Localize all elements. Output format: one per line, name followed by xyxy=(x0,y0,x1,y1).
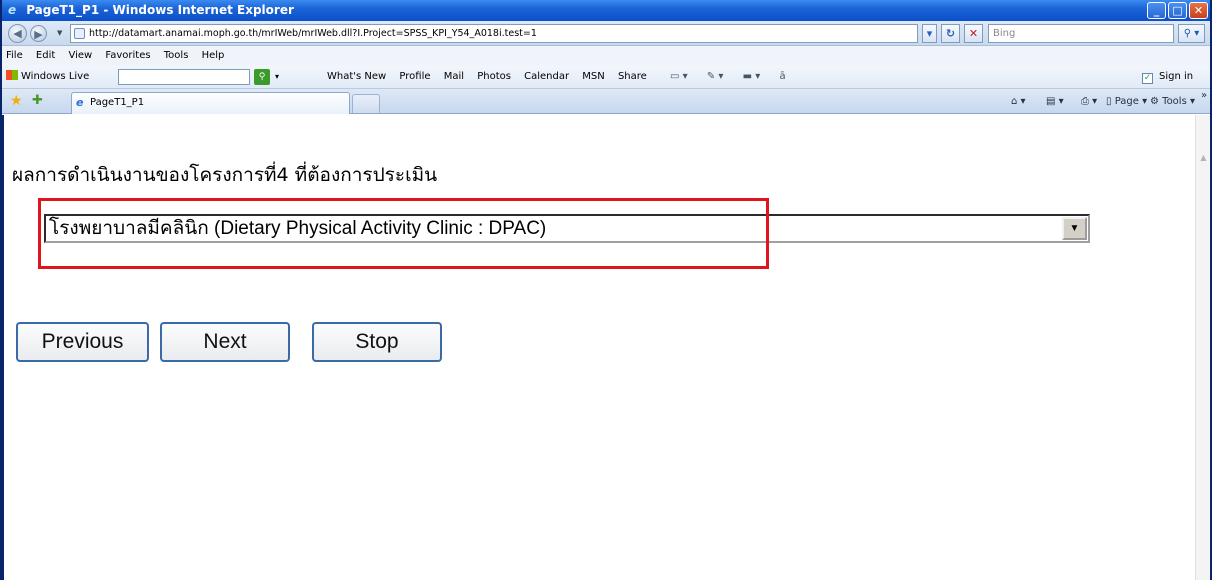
live-search-dropdown-icon[interactable]: ▾ xyxy=(275,65,279,89)
maximize-button[interactable]: □ xyxy=(1168,2,1187,19)
live-link-mail[interactable]: Mail xyxy=(444,71,464,82)
next-button[interactable]: Next xyxy=(160,322,290,362)
menu-help[interactable]: Help xyxy=(202,50,225,61)
windows-live-logo-icon xyxy=(6,70,18,80)
favorites-star-icon[interactable]: ★ xyxy=(10,93,23,109)
search-placeholder: Bing xyxy=(993,28,1016,39)
menu-edit[interactable]: Edit xyxy=(36,50,55,61)
live-link-whats-new[interactable]: What's New xyxy=(327,71,386,82)
search-go-icon[interactable]: ⚲ ▾ xyxy=(1178,24,1205,43)
highlight-icon[interactable]: ✎ ▾ xyxy=(707,71,724,82)
tools-menu[interactable]: ⚙ Tools ▾ xyxy=(1150,89,1195,114)
live-link-msn[interactable]: MSN xyxy=(582,71,604,82)
blog-icon[interactable]: ▭ ▾ xyxy=(670,71,688,82)
windows-live-toolbar: Windows Live ⚲ ▾ What's New Profile Mail… xyxy=(2,65,1210,89)
browser-window: e PageT1_P1 - Windows Internet Explorer … xyxy=(0,0,1212,580)
back-button[interactable]: ◀ xyxy=(8,24,27,43)
live-tool-icons: ▭ ▾ ✎ ▾ ▬ ▾ ā xyxy=(670,65,802,89)
live-link-calendar[interactable]: Calendar xyxy=(524,71,569,82)
url-text: http://datamart.anamai.moph.go.th/mrIWeb… xyxy=(89,28,537,39)
color-icon[interactable]: ▬ ▾ xyxy=(743,71,761,82)
page-icon xyxy=(74,28,85,39)
search-input[interactable]: Bing xyxy=(988,24,1174,43)
print-icon[interactable]: ⎙ ▾ xyxy=(1081,89,1097,114)
menu-favorites[interactable]: Favorites xyxy=(105,50,150,61)
feeds-icon[interactable]: ▤ ▾ xyxy=(1046,89,1064,114)
stop-icon[interactable]: ✕ xyxy=(964,24,983,43)
page-menu-label: Page xyxy=(1114,96,1139,107)
url-dropdown-icon[interactable]: ▾ xyxy=(922,24,937,43)
url-input[interactable]: http://datamart.anamai.moph.go.th/mrIWeb… xyxy=(70,24,918,43)
forward-button[interactable]: ▶ xyxy=(30,25,47,42)
add-favorites-icon[interactable]: ✚ xyxy=(32,93,43,108)
live-search-icon[interactable]: ⚲ xyxy=(254,69,270,85)
home-icon[interactable]: ⌂ ▾ xyxy=(1011,89,1026,114)
tab-ie-icon: e xyxy=(76,96,84,109)
sign-in[interactable]: ✓ Sign in xyxy=(1142,65,1193,89)
windows-live-label: Windows Live xyxy=(21,71,90,82)
scroll-up-icon[interactable]: ▲ xyxy=(1197,151,1210,165)
window-controls: _ □ ✕ xyxy=(1147,2,1208,19)
address-bar: ◀ ▶ ▼ http://datamart.anamai.moph.go.th/… xyxy=(2,21,1210,46)
refresh-icon[interactable]: ↻ xyxy=(941,24,960,43)
stop-button[interactable]: Stop xyxy=(312,322,442,362)
live-link-photos[interactable]: Photos xyxy=(477,71,511,82)
minimize-button[interactable]: _ xyxy=(1147,2,1166,19)
live-search-input[interactable] xyxy=(118,69,250,85)
history-dropdown-icon[interactable]: ▼ xyxy=(57,29,62,37)
close-button[interactable]: ✕ xyxy=(1189,2,1208,19)
chevron-more-icon[interactable]: » xyxy=(1201,83,1207,108)
tab-active[interactable]: e PageT1_P1 xyxy=(71,92,350,114)
ie-logo-icon: e xyxy=(8,3,17,17)
vertical-scrollbar[interactable]: ▲ xyxy=(1195,115,1210,580)
highlight-annotation xyxy=(38,198,769,269)
menu-tools[interactable]: Tools xyxy=(164,50,189,61)
tab-label: PageT1_P1 xyxy=(90,97,145,108)
translate-icon[interactable]: ā xyxy=(779,71,785,82)
tab-bar: ★ ✚ e PageT1_P1 ⌂ ▾ ▤ ▾ ⎙ ▾ ▯ Page ▾ ⚙ T… xyxy=(2,89,1210,114)
menu-view[interactable]: View xyxy=(68,50,92,61)
live-link-profile[interactable]: Profile xyxy=(399,71,430,82)
windows-live-brand[interactable]: Windows Live xyxy=(6,65,89,89)
window-title: PageT1_P1 - Windows Internet Explorer xyxy=(26,3,294,17)
title-bar: e PageT1_P1 - Windows Internet Explorer … xyxy=(2,0,1210,21)
menu-file[interactable]: File xyxy=(6,50,23,61)
live-link-share[interactable]: Share xyxy=(618,71,647,82)
live-links: What's New Profile Mail Photos Calendar … xyxy=(327,65,657,89)
page-menu[interactable]: ▯ Page ▾ xyxy=(1106,89,1147,114)
signin-check-icon: ✓ xyxy=(1142,73,1153,84)
menu-bar: File Edit View Favorites Tools Help xyxy=(2,46,1210,65)
previous-button[interactable]: Previous xyxy=(16,322,149,362)
signin-label: Sign in xyxy=(1159,71,1194,82)
tools-menu-label: Tools xyxy=(1162,96,1187,107)
page-title: ผลการดำเนินงานของโครงการที่4 ที่ต้องการป… xyxy=(12,164,438,186)
new-tab-button[interactable] xyxy=(352,94,380,113)
chevron-down-icon[interactable]: ▼ xyxy=(1062,217,1087,240)
